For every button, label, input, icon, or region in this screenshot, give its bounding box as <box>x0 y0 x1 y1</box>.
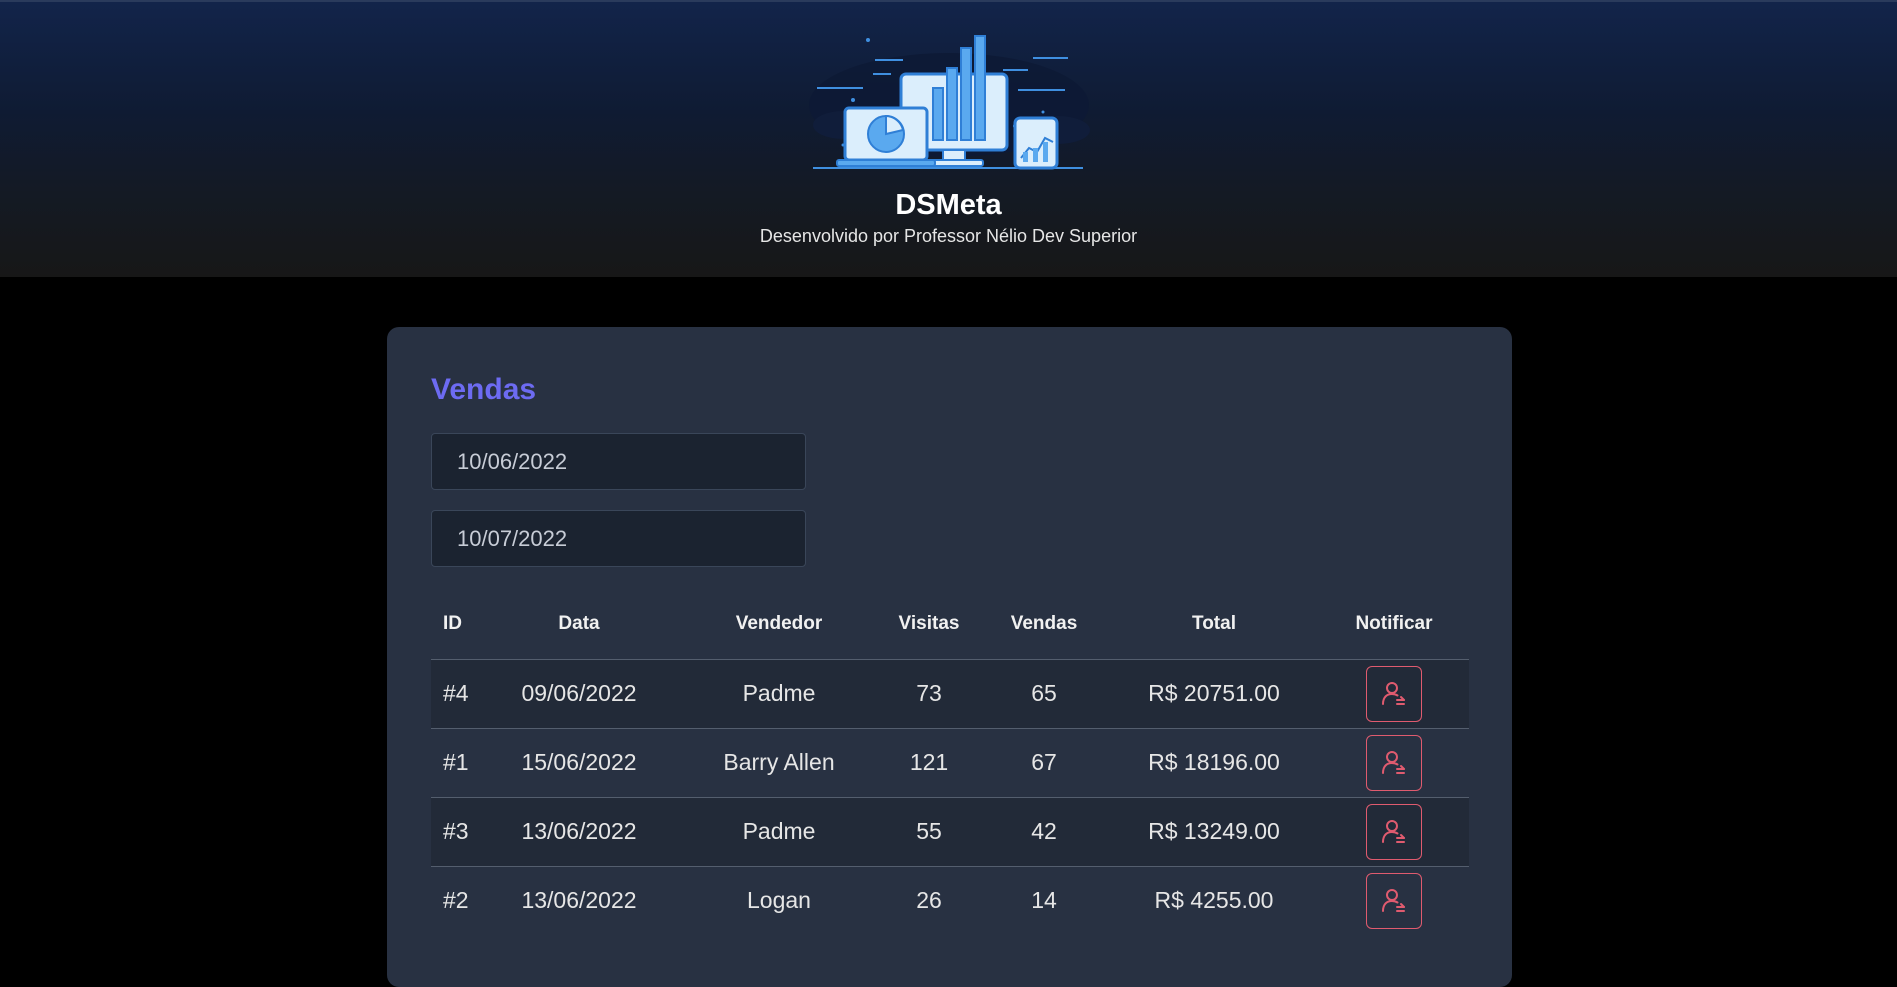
notify-button[interactable] <box>1366 872 1422 929</box>
cell-notify <box>1319 866 1469 935</box>
cell-deals: 14 <box>1031 887 1057 914</box>
min-date-input[interactable] <box>431 433 806 490</box>
table-row: #4 09/06/2022 Padme 73 65 R$ 20751.00 <box>431 659 1469 729</box>
cell-visits: 73 <box>879 659 979 729</box>
cell-date: 09/06/2022 <box>479 659 679 729</box>
table-row: #1 15/06/2022 Barry Allen 121 67 R$ 1819… <box>431 728 1469 798</box>
cell-visits: 26 <box>916 887 942 914</box>
max-date-input[interactable] <box>431 510 806 567</box>
header: DSMeta Desenvolvido por Professor Nélio … <box>0 0 1897 277</box>
app-title: DSMeta <box>895 189 1002 221</box>
cell-seller: Logan <box>747 887 811 914</box>
cell-id: #1 <box>431 728 479 798</box>
user-notify-icon <box>1382 750 1405 774</box>
user-notify-icon <box>1382 681 1405 705</box>
cell-id: #2 <box>443 887 469 914</box>
notify-button[interactable] <box>1366 803 1422 860</box>
table-header-row: ID Data Vendedor Visitas Vendas Total No… <box>431 590 1469 660</box>
notify-button[interactable] <box>1366 665 1422 722</box>
column-header-id: ID <box>431 590 479 660</box>
cell-notify <box>1319 797 1469 867</box>
user-notify-icon <box>1382 888 1405 912</box>
column-header-notify: Notificar <box>1319 590 1469 660</box>
column-header-seller: Vendedor <box>679 590 879 660</box>
sales-table: ID Data Vendedor Visitas Vendas Total No… <box>431 590 1469 935</box>
sales-card: Vendas ID Data Vendedor Visitas Vendas T… <box>387 327 1512 987</box>
cell-id: #4 <box>431 659 479 729</box>
column-header-total: Total <box>1109 590 1319 660</box>
column-header-date: Data <box>479 590 679 660</box>
dashboard-devices-logo <box>809 35 1090 170</box>
cell-visits: 121 <box>879 728 979 798</box>
cell-visits: 55 <box>879 797 979 867</box>
column-header-deals: Vendas <box>979 590 1109 660</box>
cell-notify <box>1319 659 1469 729</box>
column-header-visits: Visitas <box>879 590 979 660</box>
cell-seller: Padme <box>679 659 879 729</box>
table-row: #2 13/06/2022 Logan 26 14 R$ 4255.00 <box>431 866 1469 935</box>
cell-deals: 42 <box>979 797 1109 867</box>
cell-id: #3 <box>431 797 479 867</box>
cell-total: R$ 20751.00 <box>1109 659 1319 729</box>
cell-date: 13/06/2022 <box>479 797 679 867</box>
cell-seller: Barry Allen <box>679 728 879 798</box>
cell-deals: 67 <box>979 728 1109 798</box>
cell-date: 13/06/2022 <box>521 887 637 914</box>
user-notify-icon <box>1382 819 1405 843</box>
app-subtitle: Desenvolvido por Professor Nélio Dev Sup… <box>759 226 1138 246</box>
cell-date: 15/06/2022 <box>479 728 679 798</box>
sales-card-title: Vendas <box>431 373 537 406</box>
cell-notify <box>1319 728 1469 798</box>
cell-seller: Padme <box>679 797 879 867</box>
table-row: #3 13/06/2022 Padme 55 42 R$ 13249.00 <box>431 797 1469 867</box>
cell-total: R$ 4255.00 <box>1154 887 1274 914</box>
cell-deals: 65 <box>979 659 1109 729</box>
cell-total: R$ 13249.00 <box>1109 797 1319 867</box>
notify-button[interactable] <box>1366 734 1422 791</box>
cell-total: R$ 18196.00 <box>1109 728 1319 798</box>
